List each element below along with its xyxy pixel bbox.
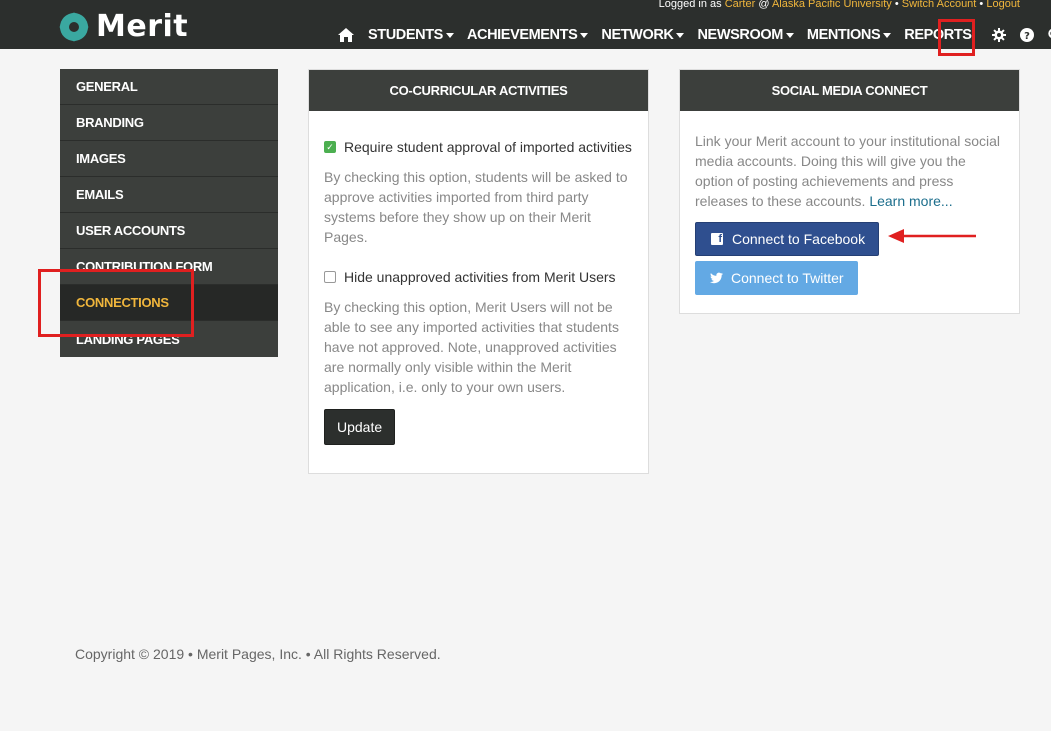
require-approval-option[interactable]: ✓ Require student approval of imported a… — [324, 137, 633, 157]
cocurricular-panel: CO-CURRICULAR ACTIVITIES ✓ Require stude… — [308, 69, 649, 474]
sidebar-item-label: USER ACCOUNTS — [76, 223, 186, 238]
chevron-down-icon — [445, 32, 454, 38]
logout-link[interactable]: Logout — [986, 0, 1020, 10]
nav-label: NEWSROOM — [697, 27, 783, 43]
sidebar-item-label: GENERAL — [76, 79, 138, 94]
footer-copyright: Copyright © 2019 • Merit Pages, Inc. • A… — [75, 646, 441, 662]
facebook-icon: f — [711, 233, 723, 245]
hide-unapproved-option[interactable]: Hide unapproved activities from Merit Us… — [324, 267, 633, 287]
merit-logo[interactable]: Merit — [60, 9, 188, 44]
nav-newsroom[interactable]: NEWSROOM — [697, 27, 794, 43]
connect-twitter-button[interactable]: Connect to Twitter — [695, 261, 858, 295]
user-link[interactable]: Carter — [725, 0, 756, 10]
button-label: Connect to Facebook — [732, 231, 866, 247]
merit-logo-icon — [60, 12, 88, 41]
panel-title: SOCIAL MEDIA CONNECT — [680, 70, 1019, 111]
top-navbar: Merit Logged in as Carter @ Alaska Pacif… — [0, 0, 1051, 49]
sidebar-item-emails[interactable]: EMAILS — [60, 177, 278, 213]
button-label: Connect to Twitter — [731, 270, 844, 286]
home-icon[interactable] — [338, 28, 354, 42]
connections-highlight-box — [38, 269, 194, 337]
update-button[interactable]: Update — [324, 409, 396, 445]
login-prefix: Logged in as — [658, 0, 722, 10]
sidebar-item-images[interactable]: IMAGES — [60, 141, 278, 177]
nav-label: NETWORK — [601, 27, 674, 43]
social-media-panel: SOCIAL MEDIA CONNECT Link your Merit acc… — [679, 69, 1020, 314]
nav-label: ACHIEVEMENTS — [466, 27, 578, 43]
brand-name: Merit — [96, 9, 189, 44]
twitter-icon — [710, 272, 723, 284]
hide-unapproved-checkbox[interactable] — [324, 271, 336, 283]
login-status: Logged in as Carter @ Alaska Pacific Uni… — [659, 0, 1020, 10]
checkbox-label: Require student approval of imported act… — [344, 139, 632, 155]
panel-title: CO-CURRICULAR ACTIVITIES — [309, 70, 648, 111]
annotation-arrow — [888, 229, 976, 243]
gear-icon[interactable] — [991, 28, 1006, 42]
social-description: Link your Merit account to your institut… — [695, 131, 1004, 211]
sidebar-item-user-accounts[interactable]: USER ACCOUNTS — [60, 213, 278, 249]
login-at: @ — [758, 0, 770, 10]
nav-students[interactable]: STUDENTS — [368, 27, 454, 43]
org-link[interactable]: Alaska Pacific University — [772, 0, 892, 10]
nav-label: STUDENTS — [368, 27, 443, 43]
chevron-down-icon — [580, 32, 589, 38]
sidebar-item-branding[interactable]: BRANDING — [60, 105, 278, 141]
gear-highlight-box — [938, 19, 975, 56]
checkbox-label: Hide unapproved activities from Merit Us… — [344, 269, 616, 285]
switch-account-link[interactable]: Switch Account — [902, 0, 977, 10]
sidebar-item-label: IMAGES — [76, 151, 126, 166]
help-icon[interactable]: ? — [1019, 28, 1034, 42]
nav-achievements[interactable]: ACHIEVEMENTS — [466, 27, 589, 43]
learn-more-link[interactable]: Learn more... — [869, 193, 952, 209]
require-approval-checkbox[interactable]: ✓ — [324, 141, 336, 153]
svg-text:?: ? — [1024, 31, 1030, 42]
social-text: Link your Merit account to your institut… — [695, 133, 1001, 209]
nav-network[interactable]: NETWORK — [601, 27, 685, 43]
nav-label: MENTIONS — [806, 27, 881, 43]
option-description: By checking this option, Merit Users wil… — [324, 299, 619, 395]
sidebar-item-label: EMAILS — [76, 187, 124, 202]
sidebar-item-label: BRANDING — [76, 115, 144, 130]
chevron-down-icon — [883, 32, 892, 38]
search-icon[interactable] — [1047, 28, 1051, 42]
option-description: By checking this option, students will b… — [324, 169, 628, 245]
nav-mentions[interactable]: MENTIONS — [806, 27, 892, 43]
chevron-down-icon — [785, 32, 794, 38]
sidebar-item-general[interactable]: GENERAL — [60, 69, 278, 105]
login-separator: • — [894, 0, 899, 10]
login-separator: • — [979, 0, 984, 10]
chevron-down-icon — [676, 32, 685, 38]
connect-facebook-button[interactable]: f Connect to Facebook — [695, 222, 879, 256]
